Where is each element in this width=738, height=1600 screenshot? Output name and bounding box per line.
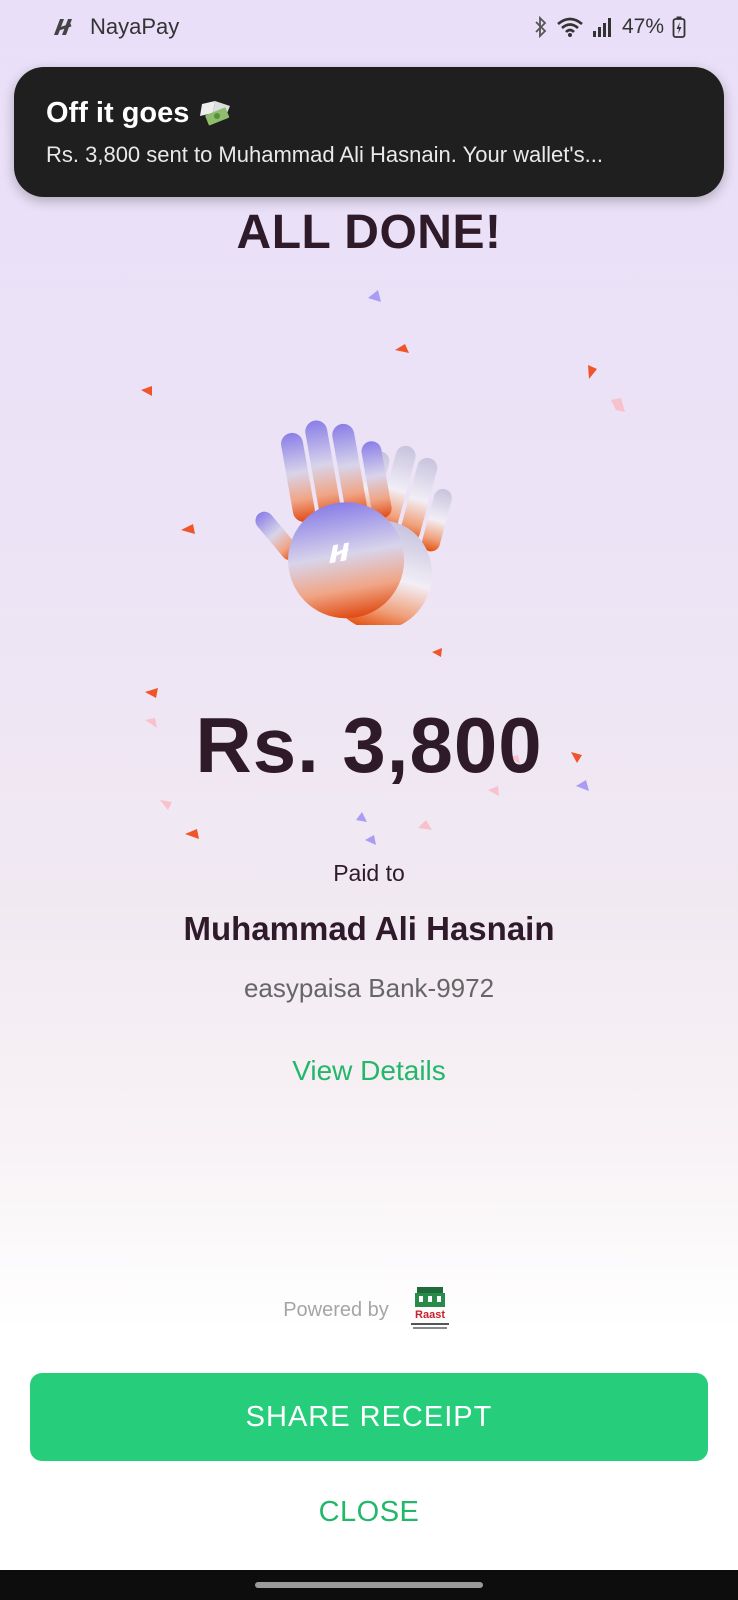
share-receipt-button[interactable]: SHARE RECEIPT <box>30 1373 708 1461</box>
home-gesture-handle[interactable] <box>255 1582 483 1588</box>
system-navigation-bar <box>0 1570 738 1600</box>
payee-bank-account: easypaisa Bank-9972 <box>243 973 495 1003</box>
close-button[interactable]: CLOSE <box>0 1496 738 1529</box>
powered-by-section: Powered by Raast <box>0 1285 738 1335</box>
celebration-hands-illustration <box>255 420 452 625</box>
view-details-link[interactable]: View Details <box>0 1055 738 1087</box>
payment-amount: Rs. 3,800 <box>195 701 543 789</box>
raast-logo-text: Raast <box>415 1309 445 1321</box>
payee-name: Muhammad Ali Hasnain <box>183 910 555 947</box>
paid-to-label: Paid to <box>333 860 405 886</box>
raast-logo: Raast <box>410 1287 449 1329</box>
powered-by-label: Powered by <box>283 1298 389 1321</box>
